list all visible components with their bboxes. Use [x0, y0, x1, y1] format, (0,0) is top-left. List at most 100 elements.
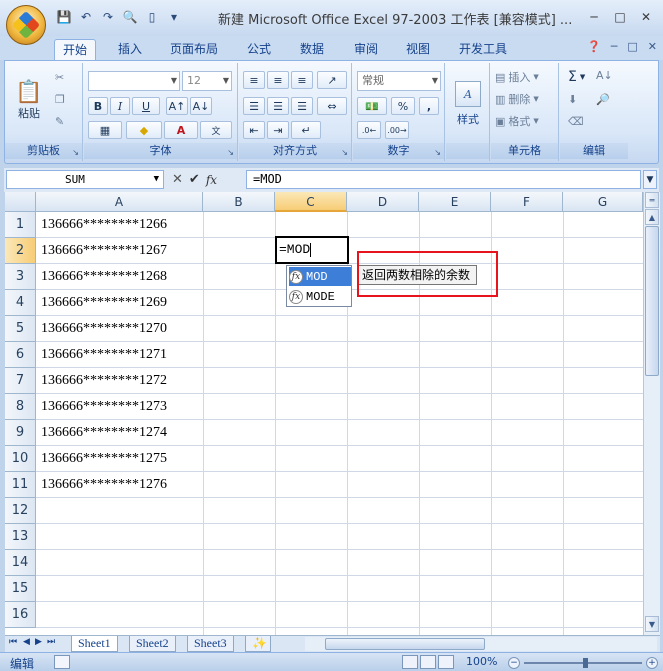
doc-close-icon[interactable]: ✕	[648, 40, 657, 53]
cell-a6[interactable]: 136666********1271	[41, 342, 167, 368]
cell-a3[interactable]: 136666********1268	[41, 264, 167, 290]
print-preview-icon[interactable]: 🔍	[122, 9, 138, 25]
row-header-10[interactable]: 10	[5, 446, 36, 472]
maximize-icon[interactable]: □	[609, 8, 631, 25]
phonetic-icon[interactable]: 文	[200, 121, 232, 139]
zoom-out-icon[interactable]: −	[508, 657, 520, 669]
office-button[interactable]	[6, 5, 46, 45]
tab-formulas[interactable]: 公式	[239, 39, 279, 60]
autosum-button[interactable]: Σ ▼	[568, 69, 585, 85]
border-icon[interactable]: ▦	[88, 121, 122, 139]
cancel-icon[interactable]: ✕	[172, 172, 183, 187]
enter-icon[interactable]: ✔	[189, 172, 200, 187]
undo-icon[interactable]: ↶	[78, 9, 94, 25]
save-icon[interactable]: 💾	[56, 9, 72, 25]
first-sheet-icon[interactable]: ⏮	[9, 637, 17, 647]
fill-icon[interactable]: ⬇	[568, 93, 577, 106]
row-header-13[interactable]: 13	[5, 524, 36, 550]
paste-button[interactable]: 📋 粘贴	[11, 69, 47, 131]
zoom-knob[interactable]	[583, 658, 588, 668]
normal-view-icon[interactable]	[402, 655, 418, 669]
copy-icon[interactable]: ❐	[55, 93, 65, 106]
italic-button[interactable]: I	[110, 97, 130, 115]
column-header-a[interactable]: A	[36, 192, 203, 212]
percent-button[interactable]: %	[391, 97, 415, 115]
prev-sheet-icon[interactable]: ◀	[23, 637, 30, 647]
tab-data[interactable]: 数据	[292, 39, 332, 60]
cell-a2[interactable]: 136666********1267	[41, 238, 167, 264]
tab-insert[interactable]: 插入	[110, 39, 150, 60]
row-header-2[interactable]: 2	[5, 238, 36, 264]
dialog-launcher-icon[interactable]: ↘	[227, 148, 234, 157]
insert-cells-button[interactable]: ▤ 插入 ▼	[495, 69, 539, 85]
format-painter-icon[interactable]: ✎	[55, 115, 64, 128]
zoom-in-icon[interactable]: +	[646, 657, 658, 669]
orientation-icon[interactable]: ↗	[317, 71, 347, 89]
cut-icon[interactable]: ✂	[55, 71, 64, 84]
sheet-tab-sheet2[interactable]: Sheet2	[129, 636, 176, 652]
align-middle-icon[interactable]: ≡	[267, 71, 289, 89]
number-format-combo[interactable]: 常规 ▼	[357, 71, 441, 91]
align-left-icon[interactable]: ☰	[243, 97, 265, 115]
font-color-icon[interactable]: A	[164, 121, 198, 139]
font-name-combo[interactable]: ▼	[88, 71, 180, 91]
row-header-9[interactable]: 9	[5, 420, 36, 446]
row-header-12[interactable]: 12	[5, 498, 36, 524]
grow-font-icon[interactable]: A↑	[166, 97, 188, 115]
tab-home[interactable]: 开始	[54, 39, 97, 60]
select-all-corner[interactable]	[5, 192, 36, 212]
autocomplete-item-mode[interactable]: fx MODE	[289, 287, 351, 306]
wrap-text-icon[interactable]: ↵	[291, 121, 321, 139]
zoom-level[interactable]: 100%	[466, 655, 497, 668]
customize-qat-icon[interactable]: ▾	[166, 9, 182, 25]
sheet-tab-sheet3[interactable]: Sheet3	[187, 636, 234, 652]
row-header-14[interactable]: 14	[5, 550, 36, 576]
vertical-scrollbar[interactable]: ═ ▲ ▼	[643, 192, 660, 635]
dialog-launcher-icon[interactable]: ↘	[341, 148, 348, 157]
increase-indent-icon[interactable]: ⇥	[267, 121, 289, 139]
last-sheet-icon[interactable]: ⏭	[47, 637, 55, 647]
shrink-font-icon[interactable]: A↓	[190, 97, 212, 115]
split-box-icon[interactable]: ═	[645, 192, 659, 208]
clear-icon[interactable]: ⌫	[568, 115, 584, 128]
column-header-c[interactable]: C	[275, 192, 347, 212]
dialog-launcher-icon[interactable]: ↘	[72, 148, 79, 157]
row-header-1[interactable]: 1	[5, 212, 36, 238]
column-header-g[interactable]: G	[563, 192, 643, 212]
cell-a4[interactable]: 136666********1269	[41, 290, 167, 316]
autocomplete-item-mod[interactable]: fx MOD	[289, 267, 351, 286]
vertical-scroll-thumb[interactable]	[645, 226, 659, 376]
row-header-7[interactable]: 7	[5, 368, 36, 394]
row-header-5[interactable]: 5	[5, 316, 36, 342]
styles-button[interactable]: A 样式	[450, 69, 486, 139]
horizontal-scrollbar[interactable]	[305, 637, 657, 651]
column-header-d[interactable]: D	[347, 192, 419, 212]
row-header-15[interactable]: 15	[5, 576, 36, 602]
insert-function-icon[interactable]: fx	[206, 173, 217, 187]
minimize-icon[interactable]: ─	[583, 8, 605, 25]
merge-center-icon[interactable]: ⇔	[317, 97, 347, 115]
page-layout-view-icon[interactable]	[420, 655, 436, 669]
row-header-8[interactable]: 8	[5, 394, 36, 420]
help-icon[interactable]: ❓	[587, 40, 601, 53]
format-cells-button[interactable]: ▣ 格式 ▼	[495, 113, 539, 129]
insert-sheet-icon[interactable]: ✨	[245, 636, 271, 652]
row-header-4[interactable]: 4	[5, 290, 36, 316]
decrease-indent-icon[interactable]: ⇤	[243, 121, 265, 139]
tab-page-layout[interactable]: 页面布局	[162, 39, 226, 60]
doc-minimize-icon[interactable]: ─	[611, 40, 618, 53]
sheet-tab-sheet1[interactable]: Sheet1	[71, 636, 118, 652]
horizontal-scroll-thumb[interactable]	[325, 638, 485, 650]
zoom-slider[interactable]: − +	[508, 657, 658, 669]
align-center-icon[interactable]: ☰	[267, 97, 289, 115]
name-box[interactable]: SUM ▼	[6, 170, 164, 189]
column-header-b[interactable]: B	[203, 192, 275, 212]
row-header-3[interactable]: 3	[5, 264, 36, 290]
close-icon[interactable]: ✕	[635, 8, 657, 25]
find-select-icon[interactable]: 🔎	[596, 93, 610, 106]
sort-filter-icon[interactable]: A↓	[596, 69, 613, 82]
cell-a1[interactable]: 136666********1266	[41, 212, 167, 238]
delete-cells-button[interactable]: ▥ 删除 ▼	[495, 91, 539, 107]
column-header-e[interactable]: E	[419, 192, 491, 212]
bold-button[interactable]: B	[88, 97, 108, 115]
